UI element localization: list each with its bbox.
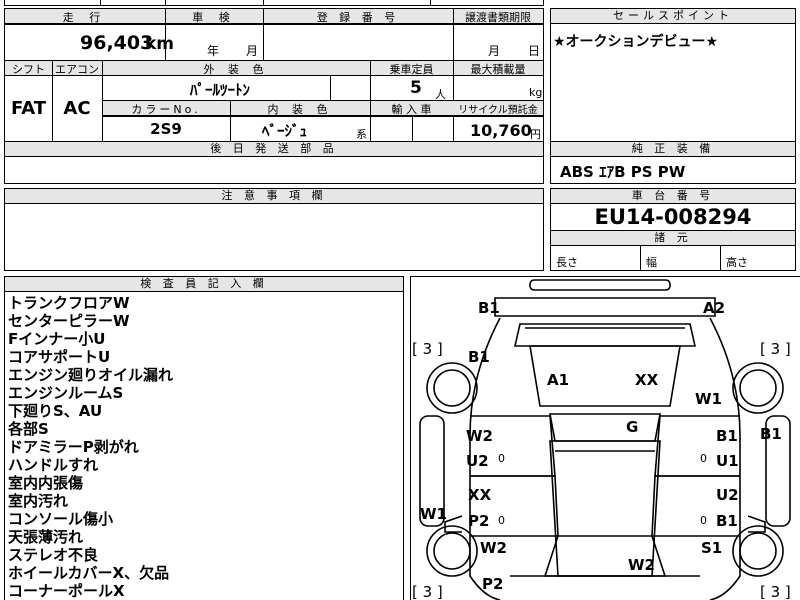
inspector-note: 天張薄汚れ bbox=[8, 528, 84, 546]
damage-label: XX bbox=[468, 486, 492, 504]
recycle-value: 10,760 bbox=[470, 121, 532, 140]
inspector-note: コンソール傷小 bbox=[8, 510, 114, 528]
damage-label: B1 bbox=[716, 512, 738, 530]
inspector-notes-list: トランクフロアW センターピラーW Fインナー小U コアサポートU エンジン廻り… bbox=[8, 294, 173, 600]
divider bbox=[100, 0, 101, 6]
damage-label: S1 bbox=[701, 539, 723, 557]
inspector-note: 下廻りS、AU bbox=[8, 402, 103, 420]
damage-label: P2 bbox=[482, 575, 504, 593]
dimension-length-label: 長さ bbox=[556, 256, 578, 269]
rear-bumper-top bbox=[529, 279, 671, 291]
inspector-note: ホイールカバーX、欠品 bbox=[8, 564, 170, 582]
damage-label: XX bbox=[635, 371, 659, 389]
inspector-notes-header: 検 査 員 記 入 欄 bbox=[5, 277, 403, 292]
inspector-note: ハンドルすれ bbox=[8, 456, 99, 474]
damage-label: B1 bbox=[716, 427, 738, 445]
tire-mark: [ 3 ] bbox=[412, 583, 443, 600]
capacity-header: 乗車定員 bbox=[389, 63, 434, 76]
inspector-note: 各部S bbox=[8, 420, 49, 438]
zero-mark: 0 bbox=[700, 514, 707, 527]
import-header: 輸 入 車 bbox=[391, 103, 432, 116]
divider bbox=[165, 0, 166, 6]
damage-label: U2 bbox=[466, 452, 489, 470]
max-load-header: 最大積載量 bbox=[470, 63, 526, 76]
damage-label: U1 bbox=[716, 452, 739, 470]
tire-mark: [ 3 ] bbox=[412, 340, 443, 358]
color-no-value: 2S9 bbox=[150, 120, 182, 138]
interior-color-suffix: 系 bbox=[356, 128, 367, 141]
top-strip bbox=[4, 0, 544, 6]
rear-bumper bbox=[494, 297, 716, 317]
rear-glass bbox=[549, 413, 661, 442]
inspection-year-label: 年 bbox=[207, 44, 220, 58]
inspector-note: トランクフロアW bbox=[8, 294, 130, 312]
recycle-unit: 円 bbox=[530, 128, 541, 141]
zero-mark: 0 bbox=[498, 452, 505, 465]
inspection-header: 車 検 bbox=[192, 11, 236, 24]
transfer-month-label: 月 bbox=[488, 44, 501, 58]
aircon-header: エアコン bbox=[55, 63, 99, 76]
later-parts-header: 後 日 発 送 部 品 bbox=[5, 142, 543, 157]
sales-point-text: ★オークションデビュー★ bbox=[553, 34, 719, 50]
transfer-docs-header: 譲渡書類期限 bbox=[465, 11, 531, 24]
transfer-day-label: 日 bbox=[528, 44, 541, 58]
inspector-note: Fインナー小U bbox=[8, 330, 106, 348]
zero-mark: 0 bbox=[700, 452, 707, 465]
damage-label: W1 bbox=[420, 505, 447, 523]
chassis-value: EU14-008294 bbox=[594, 205, 752, 229]
damage-label: B1 bbox=[760, 425, 782, 443]
recycle-header: リサイクル預託金 bbox=[458, 105, 538, 116]
interior-color-value: ﾍﾞｰｼﾞｭ bbox=[262, 122, 308, 140]
inspector-note: コーナーポールX bbox=[8, 582, 125, 600]
inspector-note: コアサポートU bbox=[8, 348, 111, 366]
standard-equipment-value: ABS ｴｱB PS PW bbox=[560, 163, 686, 181]
damage-label: W2 bbox=[466, 427, 493, 445]
notes-header: 注 意 事 項 欄 bbox=[5, 189, 543, 204]
damage-label: U2 bbox=[716, 486, 739, 504]
damage-label: B1 bbox=[478, 299, 500, 317]
tire-mark: [ 3 ] bbox=[760, 340, 791, 358]
standard-equipment-header: 純 正 装 備 bbox=[551, 142, 795, 157]
inspector-note: エンジンルームS bbox=[8, 384, 124, 402]
inspector-note: 室内内張傷 bbox=[8, 474, 84, 492]
inspector-note: エンジン廻りオイル漏れ bbox=[8, 366, 174, 384]
registration-header: 登 録 番 号 bbox=[316, 11, 400, 24]
damage-label: W2 bbox=[628, 556, 655, 574]
damage-label: G bbox=[626, 418, 639, 436]
divider bbox=[430, 0, 431, 6]
sales-point-header: セールスポイント bbox=[551, 9, 795, 24]
damage-label: B1 bbox=[468, 348, 490, 366]
max-load-unit: kg bbox=[529, 86, 543, 99]
color-no-header: カラーNo. bbox=[131, 103, 201, 116]
inspector-note: ステレオ不良 bbox=[8, 546, 99, 564]
damage-label: W2 bbox=[480, 539, 507, 557]
mileage-unit: km bbox=[145, 34, 175, 54]
mileage-header: 走 行 bbox=[62, 11, 107, 24]
zero-mark: 0 bbox=[498, 514, 505, 527]
tire-mark: [ 3 ] bbox=[760, 583, 791, 600]
damage-label: P2 bbox=[468, 512, 490, 530]
damage-label: A2 bbox=[703, 299, 726, 317]
damage-label: W1 bbox=[695, 390, 722, 408]
dimension-height-label: 高さ bbox=[726, 256, 748, 269]
dimension-width-label: 幅 bbox=[646, 256, 657, 269]
exterior-color-header: 外 装 色 bbox=[203, 63, 269, 76]
shift-value: FAT bbox=[10, 98, 47, 119]
interior-color-header: 内 装 色 bbox=[267, 103, 333, 116]
shift-header: シフト bbox=[12, 63, 45, 76]
damage-label: A1 bbox=[547, 371, 570, 389]
exterior-color-value: ﾊﾟｰﾙﾂｰﾄﾝ bbox=[190, 81, 251, 99]
dimensions-header: 諸 元 bbox=[551, 231, 795, 246]
aircon-value: AC bbox=[63, 98, 91, 119]
chassis-header: 車 台 番 号 bbox=[551, 189, 795, 204]
sales-point-box bbox=[550, 8, 796, 142]
inspector-note: ドアミラーP剥がれ bbox=[8, 438, 139, 456]
mileage-value: 96,403 bbox=[80, 32, 154, 54]
divider bbox=[263, 0, 264, 6]
inspector-note: センターピラーW bbox=[8, 312, 130, 330]
inspection-month-label: 月 bbox=[246, 44, 259, 58]
capacity-value: 5 bbox=[410, 78, 422, 98]
inspector-note: 室内汚れ bbox=[8, 492, 69, 510]
